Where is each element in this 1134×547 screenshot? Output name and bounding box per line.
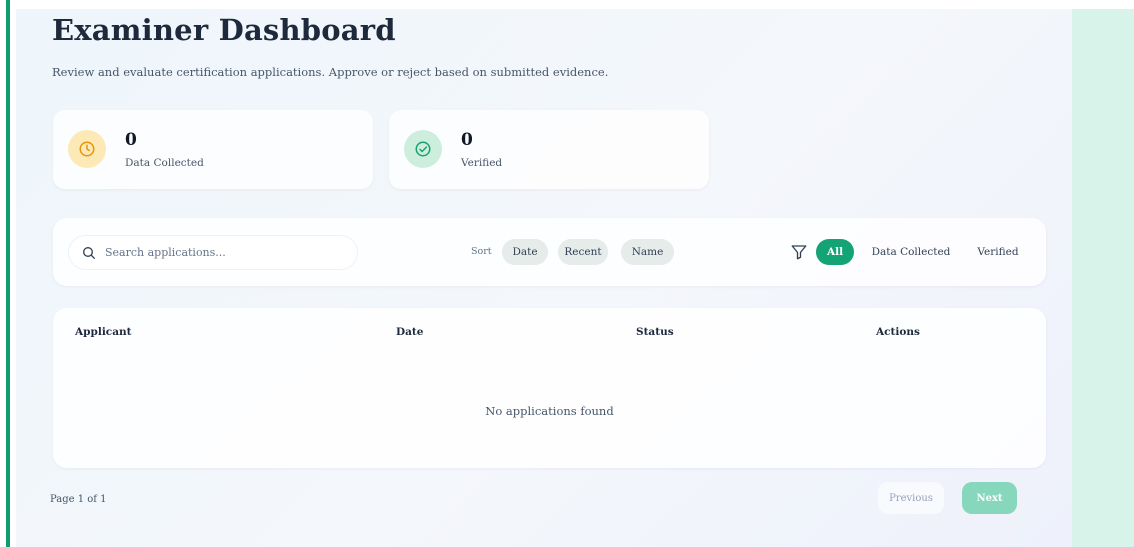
search-box[interactable] xyxy=(69,236,357,269)
filter-verified-button[interactable]: Verified xyxy=(968,239,1028,265)
applications-table: Applicant Date Status Actions No applica… xyxy=(53,308,1046,468)
left-accent xyxy=(0,0,16,547)
search-input[interactable] xyxy=(105,246,345,259)
stat-label: Data Collected xyxy=(125,157,204,169)
filter-all-button[interactable]: All xyxy=(816,239,854,265)
sort-recent-button[interactable]: Recent xyxy=(558,239,608,265)
filter-icon xyxy=(791,245,807,260)
search-icon xyxy=(83,246,95,259)
column-header-actions: Actions xyxy=(876,326,920,338)
filter-data-collected-button[interactable]: Data Collected xyxy=(866,239,956,265)
pagination-info: Page 1 of 1 xyxy=(50,494,107,505)
column-header-status[interactable]: Status xyxy=(636,326,674,338)
check-circle-icon xyxy=(404,130,442,168)
accent-bar xyxy=(6,0,10,547)
filter-toolbar: Sort Date Recent Name All Data Collected… xyxy=(53,218,1046,286)
page-title: Examiner Dashboard xyxy=(52,13,396,47)
page-subtitle: Review and evaluate certification applic… xyxy=(52,65,609,79)
top-strip xyxy=(0,0,1134,9)
sort-date-button[interactable]: Date xyxy=(502,239,548,265)
stat-card-verified: 0 Verified xyxy=(389,110,709,189)
sort-name-button[interactable]: Name xyxy=(621,239,674,265)
stat-label: Verified xyxy=(461,157,503,169)
column-header-date[interactable]: Date xyxy=(396,326,423,338)
sort-label: Sort xyxy=(471,246,492,257)
previous-page-button[interactable]: Previous xyxy=(878,482,944,514)
stat-card-data-collected: 0 Data Collected xyxy=(53,110,373,189)
clock-icon xyxy=(68,130,106,168)
next-page-button[interactable]: Next xyxy=(962,482,1017,514)
dashboard-main: Examiner Dashboard Review and evaluate c… xyxy=(16,9,1072,547)
column-header-applicant[interactable]: Applicant xyxy=(75,326,132,338)
stat-count: 0 xyxy=(125,130,137,150)
stat-count: 0 xyxy=(461,130,473,150)
right-side-panel xyxy=(1072,9,1134,547)
empty-state-message: No applications found xyxy=(485,404,614,418)
